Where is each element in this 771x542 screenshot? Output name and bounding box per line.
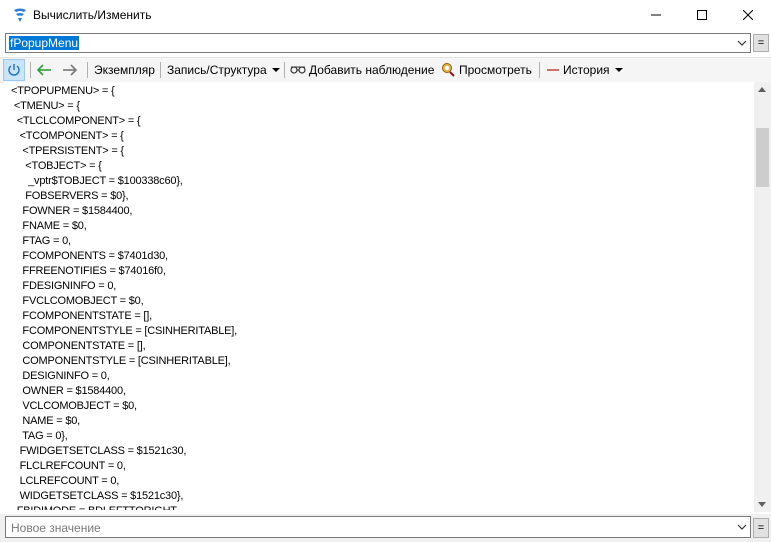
power-toggle-button[interactable] [3, 59, 25, 81]
toolbar-separator [539, 62, 540, 78]
chevron-down-icon[interactable] [737, 38, 747, 48]
toolbar-separator [284, 62, 285, 78]
minimize-button[interactable] [633, 0, 679, 30]
evaluate-button[interactable]: = [753, 34, 769, 52]
power-icon [8, 64, 20, 76]
arrow-left-icon [36, 64, 51, 76]
glasses-icon [290, 66, 306, 74]
scroll-down-icon[interactable] [758, 502, 766, 507]
new-value-combobox[interactable]: Новое значение [5, 516, 751, 538]
new-value-placeholder[interactable]: Новое значение [11, 521, 101, 535]
caret-down-icon [614, 68, 623, 72]
result-text: <TPOPUPMENU> = { <TMENU> = { <TLCLCOMPON… [11, 85, 237, 510]
vertical-scrollbar[interactable] [754, 82, 771, 512]
inspect-label: Просмотреть [459, 63, 532, 77]
inspect-icon [442, 63, 455, 77]
history-label: История [563, 63, 610, 77]
scroll-up-icon[interactable] [758, 87, 766, 92]
expression-row: fPopupMenu = [0, 32, 771, 56]
expression-input[interactable]: fPopupMenu [9, 36, 80, 50]
window-title: Вычислить/Изменить [33, 8, 152, 22]
maximize-icon [697, 10, 707, 20]
toolbar: Экземпляр Запись/Структура Добавить набл… [0, 57, 771, 83]
scrollbar-thumb[interactable] [756, 128, 769, 187]
instance-label: Экземпляр [94, 63, 155, 77]
close-button[interactable] [725, 0, 771, 30]
toolbar-separator [30, 62, 31, 78]
new-value-row: Новое значение = [0, 514, 771, 542]
record-structure-label: Запись/Структура [167, 63, 267, 77]
chevron-down-icon[interactable] [737, 522, 747, 532]
back-button[interactable] [36, 58, 52, 82]
history-dropdown[interactable]: История [546, 58, 623, 82]
toolbar-separator [87, 62, 88, 78]
dash-icon [547, 69, 559, 71]
app-icon [14, 8, 26, 22]
instance-button[interactable]: Экземпляр [94, 58, 155, 82]
close-icon [743, 10, 753, 20]
apply-value-button[interactable]: = [753, 518, 769, 538]
forward-button[interactable] [62, 58, 78, 82]
add-watch-label: Добавить наблюдение [309, 63, 435, 77]
caret-down-icon [271, 68, 280, 72]
maximize-button[interactable] [679, 0, 725, 30]
record-structure-dropdown[interactable]: Запись/Структура [167, 58, 280, 82]
expression-combobox[interactable]: fPopupMenu [5, 33, 751, 53]
add-watch-button[interactable]: Добавить наблюдение [290, 58, 434, 82]
title-bar: Вычислить/Изменить [0, 0, 771, 30]
minimize-icon [651, 14, 661, 16]
arrow-right-icon [63, 64, 78, 76]
inspect-button[interactable]: Просмотреть [440, 58, 532, 82]
toolbar-separator [160, 62, 161, 78]
result-viewer[interactable]: <TPOPUPMENU> = { <TMENU> = { <TLCLCOMPON… [4, 82, 754, 510]
